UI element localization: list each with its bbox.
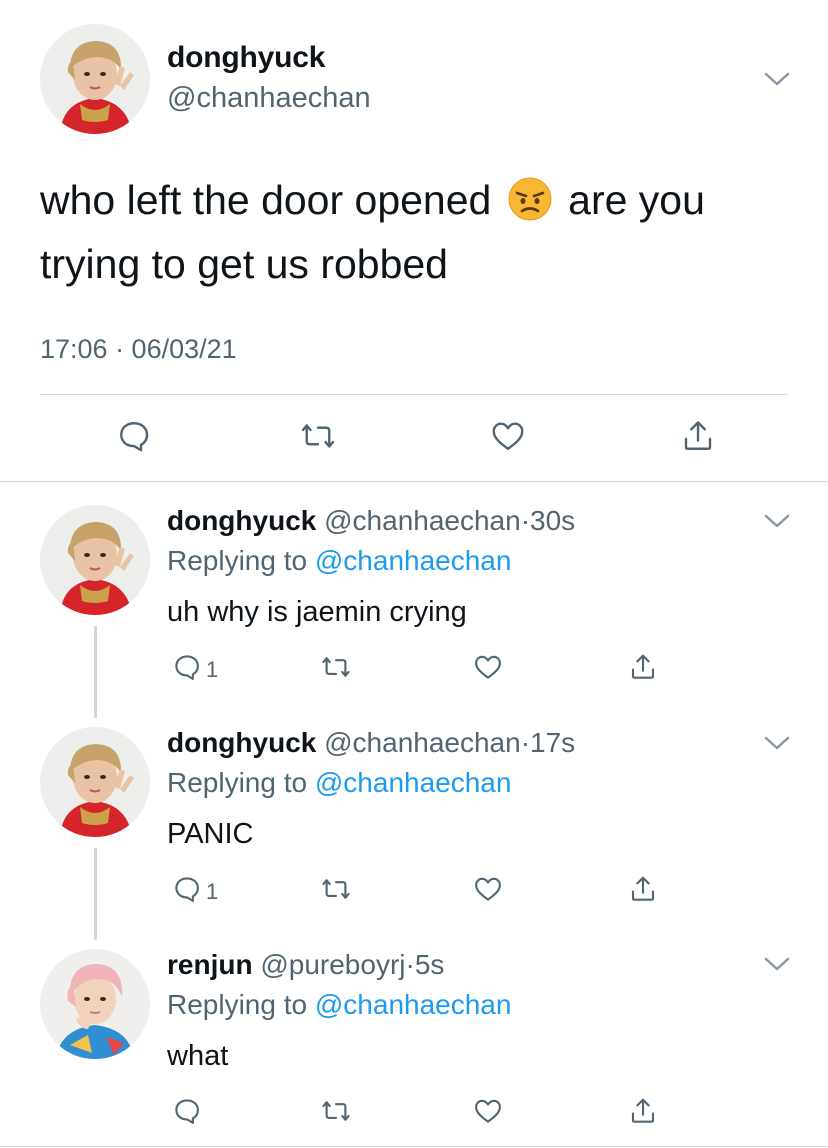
reply-text: PANIC [167, 818, 254, 850]
replying-to-label: Replying to [167, 767, 308, 798]
user-handle[interactable]: @chanhaechan [167, 82, 371, 115]
chevron-down-icon[interactable] [763, 734, 791, 752]
share-icon[interactable] [628, 1096, 658, 1126]
retweet-icon[interactable] [321, 1096, 351, 1126]
display-name[interactable]: renjun [167, 949, 253, 980]
mention-link[interactable]: @chanhaechan [315, 767, 512, 798]
divider [0, 481, 828, 482]
reply-count: 1 [206, 879, 219, 904]
thread-line [94, 626, 97, 718]
like-icon[interactable] [490, 418, 526, 454]
tweet-text-part1: who left the door opened [40, 177, 492, 223]
display-name[interactable]: donghyuck [167, 41, 325, 75]
divider [40, 394, 788, 395]
reply-header: renjun @pureboyrj·5s [167, 949, 444, 981]
reply-icon[interactable] [116, 418, 152, 454]
angry-face-icon [507, 176, 553, 222]
reply-time[interactable]: 5s [415, 949, 445, 980]
chevron-down-icon[interactable] [763, 955, 791, 973]
reply-header: donghyuck @chanhaechan·30s [167, 505, 575, 537]
avatar[interactable] [40, 949, 150, 1059]
reply-header: donghyuck @chanhaechan·17s [167, 727, 575, 759]
chevron-down-icon[interactable] [763, 512, 791, 530]
reply-icon[interactable] [172, 652, 202, 682]
reply-text: uh why is jaemin crying [167, 596, 467, 628]
replying-to: Replying to @chanhaechan [167, 989, 511, 1021]
like-icon[interactable] [473, 652, 503, 682]
divider [0, 1146, 828, 1147]
reply-time[interactable]: 17s [530, 727, 575, 758]
reply-count: 1 [206, 657, 219, 682]
avatar[interactable] [40, 727, 150, 837]
avatar[interactable] [40, 24, 150, 134]
tweet-text: who left the door opened are you trying … [40, 168, 800, 296]
replying-to-label: Replying to [167, 545, 308, 576]
reply-icon[interactable] [172, 874, 202, 904]
thread-line [94, 848, 97, 940]
separator-dot: · [405, 949, 415, 980]
avatar[interactable] [40, 505, 150, 615]
user-handle[interactable]: @chanhaechan [324, 505, 521, 536]
replying-to-label: Replying to [167, 989, 308, 1020]
reply-time[interactable]: 30s [530, 505, 575, 536]
replying-to: Replying to @chanhaechan [167, 767, 511, 799]
share-icon[interactable] [628, 874, 658, 904]
replying-to: Replying to @chanhaechan [167, 545, 511, 577]
like-icon[interactable] [473, 1096, 503, 1126]
mention-link[interactable]: @chanhaechan [315, 545, 512, 576]
separator-dot: · [520, 505, 531, 536]
timestamp[interactable]: 17:06 · 06/03/21 [40, 334, 237, 365]
mention-link[interactable]: @chanhaechan [315, 989, 512, 1020]
reply-icon[interactable] [172, 1096, 202, 1126]
user-handle[interactable]: @pureboyrj [260, 949, 405, 980]
share-icon[interactable] [628, 652, 658, 682]
retweet-icon[interactable] [300, 418, 336, 454]
retweet-icon[interactable] [321, 652, 351, 682]
like-icon[interactable] [473, 874, 503, 904]
reply-text: what [167, 1040, 229, 1072]
share-icon[interactable] [680, 418, 716, 454]
display-name[interactable]: donghyuck [167, 727, 316, 758]
chevron-down-icon[interactable] [763, 70, 791, 88]
retweet-icon[interactable] [321, 874, 351, 904]
separator-dot: · [520, 727, 531, 758]
display-name[interactable]: donghyuck [167, 505, 316, 536]
user-handle[interactable]: @chanhaechan [324, 727, 521, 758]
